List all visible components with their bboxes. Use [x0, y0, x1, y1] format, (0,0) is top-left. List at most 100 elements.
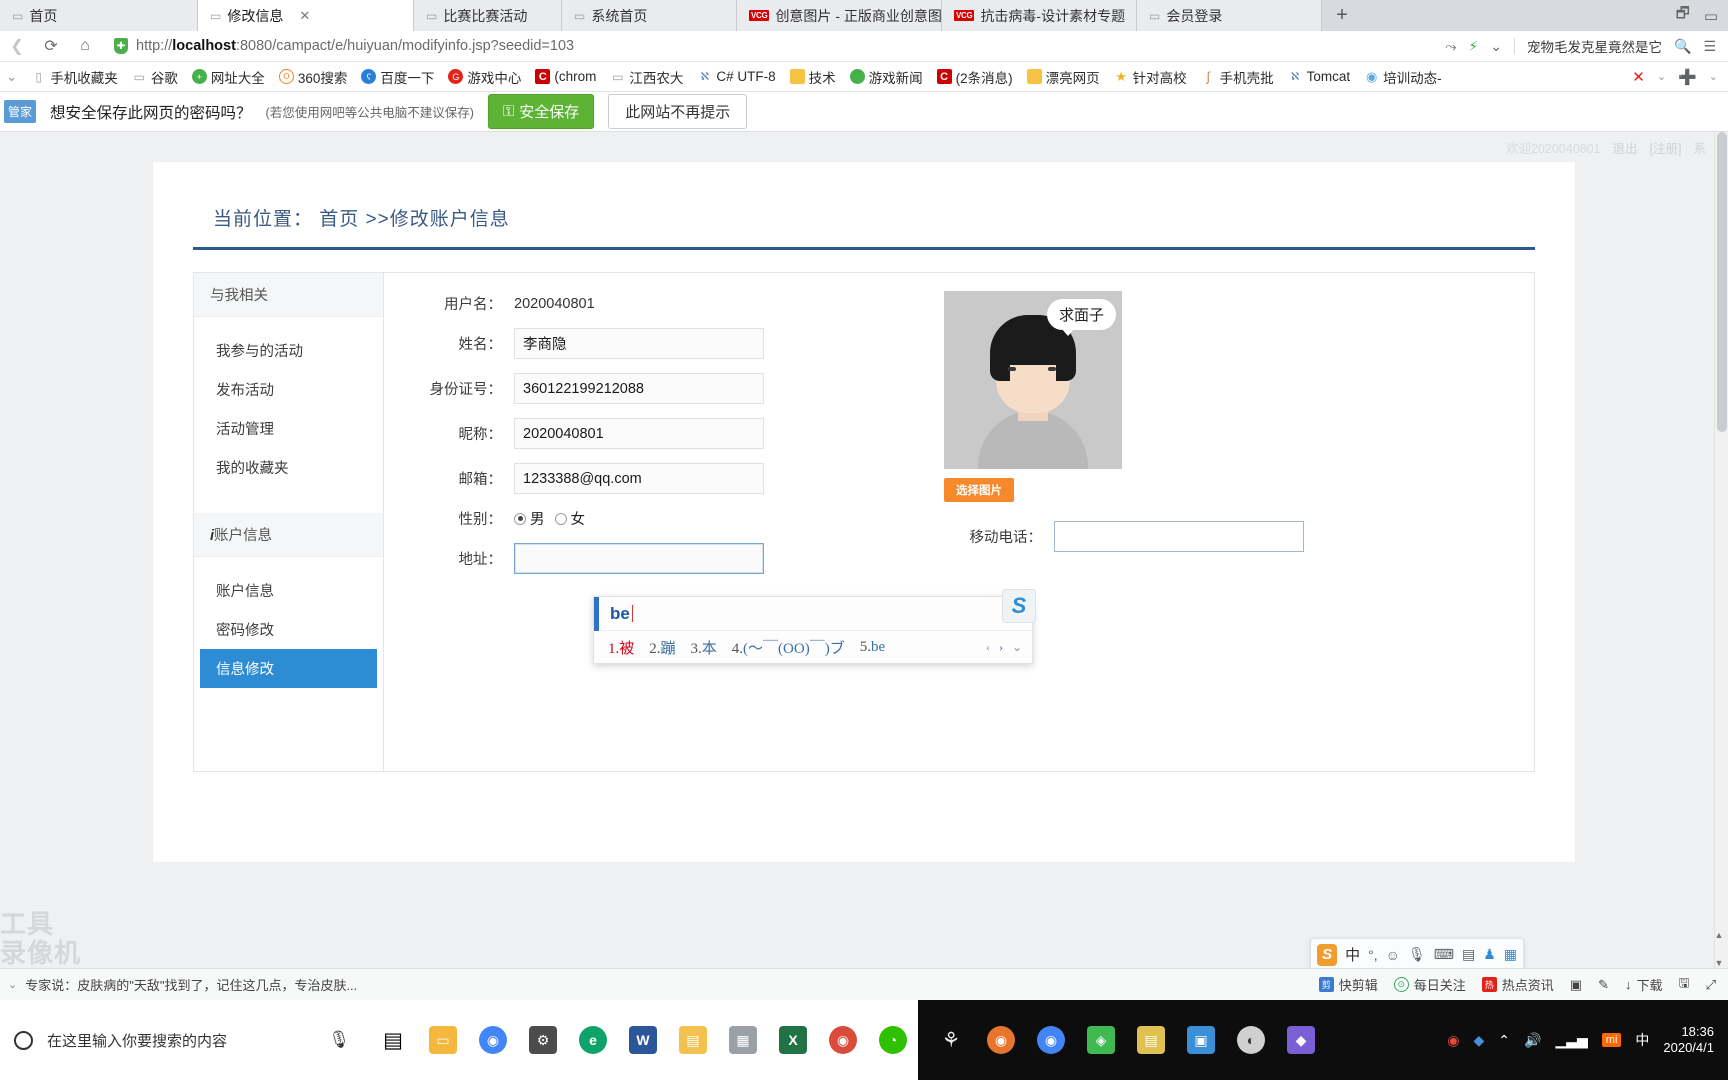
sidebar-item-my-activities[interactable]: 我参与的活动 — [194, 331, 383, 370]
download-button[interactable]: ↓ 下载 — [1625, 975, 1663, 994]
realname-input[interactable] — [514, 328, 764, 359]
maximize-icon[interactable]: ▭ — [1704, 7, 1718, 25]
taskbar-search[interactable]: 在这里输入你要搜索的内容 🎙 — [0, 1000, 368, 1080]
tab-vcg-creative[interactable]: VCG 创意图片 - 正版商业创意图 — [737, 0, 942, 31]
toolbox-icon[interactable]: ▤ — [1462, 946, 1475, 963]
tray-expand-icon[interactable]: ⌃ — [1498, 1032, 1510, 1049]
app-green-icon[interactable]: ◈ — [1076, 1000, 1126, 1080]
bookmark-item[interactable]: ∫ 手机壳批 — [1194, 67, 1281, 87]
address-input[interactable] — [514, 543, 764, 574]
search-icon[interactable]: 🔍 — [1674, 38, 1691, 55]
home-icon[interactable]: ⌂ — [68, 31, 102, 62]
sidebar-item-my-favorites[interactable]: 我的收藏夹 — [194, 448, 383, 487]
quick-edit-button[interactable]: 剪快剪辑 — [1318, 975, 1378, 994]
bookmark-item[interactable]: ◉ 培训动态- — [1357, 67, 1449, 87]
taskbar-clock[interactable]: 18:36 2020/4/1 — [1663, 1024, 1714, 1057]
ime-candidate[interactable]: 4.(～￣(OO)￣)ブ — [732, 637, 845, 658]
bookmark-item[interactable]: C (2条消息) — [930, 67, 1020, 87]
avatar[interactable]: 求面子 — [944, 291, 1122, 469]
nickname-input[interactable] — [514, 418, 764, 449]
bookmark-item[interactable]: ▭ 谷歌 — [125, 67, 185, 87]
ime-mode-indicator[interactable]: 中 — [1635, 1030, 1649, 1050]
sidebar-item-info-modify[interactable]: 信息修改 — [200, 649, 377, 688]
bookmark-item[interactable]: ▭ 江西农大 — [603, 67, 690, 87]
ime-candidate[interactable]: 5.be — [860, 639, 885, 656]
never-save-button[interactable]: 此网站不再提示 — [608, 94, 748, 129]
scrollbar-thumb[interactable] — [1717, 132, 1727, 432]
sidebar-item-publish-activity[interactable]: 发布活动 — [194, 370, 383, 409]
app-orange-icon[interactable]: ◉ — [976, 1000, 1026, 1080]
register-link[interactable]: [注册] — [1650, 138, 1682, 157]
task-view-icon[interactable]: ▤ — [368, 1000, 418, 1080]
bookmark-item[interactable]: ʕ 百度一下 — [354, 67, 441, 87]
excel-icon[interactable]: X — [768, 1000, 818, 1080]
chevron-down-icon[interactable]: ⌄ — [1012, 640, 1022, 655]
tab-modify-info[interactable]: ▭ 修改信息 ✕ — [198, 0, 414, 31]
bookmark-item[interactable]: + 网址大全 — [185, 67, 272, 87]
back-icon[interactable]: ❮ — [0, 31, 34, 62]
restore-icon[interactable]: 🗗 — [1676, 3, 1690, 28]
save-password-button[interactable]: ⚿ 安全保存 — [487, 94, 595, 129]
bookmarks-overflow-icon[interactable]: ⌄ — [0, 69, 24, 85]
volume-icon[interactable]: 🔊 — [1524, 1032, 1541, 1049]
new-tab-button[interactable]: + — [1322, 0, 1362, 31]
edge-icon[interactable]: e — [568, 1000, 618, 1080]
word-icon[interactable]: W — [618, 1000, 668, 1080]
bookmark-item[interactable]: ★ 针对高校 — [1107, 67, 1194, 87]
app-red-icon[interactable]: ◉ — [818, 1000, 868, 1080]
app-browser-icon[interactable]: ◐ — [1226, 1000, 1276, 1080]
tab-vcg-virus[interactable]: VCG 抗击病毒-设计素材专题 — [942, 0, 1137, 31]
chevron-down-icon[interactable]: ⌄ — [0, 978, 25, 991]
app-purple-icon[interactable]: ◆ — [1276, 1000, 1326, 1080]
folder-icon[interactable]: ▤ — [668, 1000, 718, 1080]
gender-radio-male[interactable] — [514, 512, 526, 525]
network-icon[interactable]: ▁▃▅ — [1555, 1032, 1587, 1049]
grid-icon[interactable]: ▦ — [1504, 946, 1517, 963]
tray-red-icon[interactable]: ◉ — [1447, 1032, 1459, 1049]
ime-candidate[interactable]: 3.本 — [691, 637, 717, 658]
sidebar-item-activity-management[interactable]: 活动管理 — [194, 409, 383, 448]
email-input[interactable] — [514, 463, 764, 494]
close-icon[interactable]: ✕ — [1632, 68, 1645, 86]
bookmark-item[interactable]: 游戏新闻 — [843, 67, 930, 87]
mic-icon[interactable]: 🎙 — [1408, 946, 1426, 963]
sidebar-item-password-change[interactable]: 密码修改 — [194, 610, 383, 649]
hot-news-button[interactable]: 热热点资讯 — [1481, 975, 1554, 994]
edit-button[interactable]: ✎ — [1598, 977, 1609, 993]
lightning-icon[interactable]: ⚡ — [1468, 38, 1478, 55]
idcard-input[interactable] — [514, 373, 764, 404]
phone-input[interactable] — [1054, 521, 1304, 552]
scroll-arrows[interactable]: ▲ ▼ — [1712, 930, 1726, 968]
ime-mode-label[interactable]: 中 — [1345, 944, 1360, 965]
tab-system-home[interactable]: ▭ 系统首页 — [562, 0, 737, 31]
page-scrollbar[interactable] — [1714, 132, 1728, 968]
app-blue-icon[interactable]: ▣ — [1176, 1000, 1226, 1080]
microphone-icon[interactable]: 🎙 — [328, 1030, 368, 1050]
scroll-up-icon[interactable]: ▲ — [1715, 930, 1724, 940]
url-bar[interactable]: ✚ http://localhost:8080/campact/e/huiyua… — [102, 38, 1445, 54]
settings-icon[interactable]: ⚙ — [518, 1000, 568, 1080]
ime-candidate[interactable]: 1.被 — [608, 637, 634, 658]
people-icon[interactable]: ⚘ — [926, 1000, 976, 1080]
bookmark-item[interactable]: 技术 — [783, 67, 843, 87]
tray-blue-icon[interactable]: ◆ — [1474, 1032, 1485, 1049]
chevron-down-icon[interactable]: ⌄ — [1490, 38, 1502, 55]
app-folder-icon[interactable]: ▤ — [1126, 1000, 1176, 1080]
expand-button[interactable]: ⤢ — [1706, 977, 1716, 993]
tab-home[interactable]: ▭ 首页 — [0, 0, 198, 31]
file-explorer-icon[interactable]: ▭ — [418, 1000, 468, 1080]
photos-icon[interactable]: ▦ — [718, 1000, 768, 1080]
search-suggestion-text[interactable]: 宠物毛发克星竟然是它 — [1527, 36, 1662, 56]
bookmark-item[interactable]: ℵ Tomcat — [1281, 69, 1358, 84]
logout-link[interactable]: 退出 — [1613, 138, 1638, 157]
chevron-down-icon[interactable]: ⌄ — [1709, 70, 1718, 83]
emoji-icon[interactable]: ☺ — [1386, 947, 1400, 963]
mi-badge[interactable]: mi — [1601, 1033, 1622, 1047]
tab-member-login[interactable]: ▭ 会员登录 — [1137, 0, 1322, 31]
daily-focus-button[interactable]: ⊙ 每日关注 — [1393, 975, 1466, 994]
hat-icon[interactable]: ♟ — [1483, 946, 1496, 963]
save-button[interactable]: 🖫 — [1679, 974, 1690, 996]
bookmark-item[interactable]: O 360搜索 — [272, 67, 355, 87]
choose-image-button[interactable]: 选择图片 — [944, 478, 1014, 502]
keyboard-icon[interactable]: ⌨ — [1434, 946, 1454, 963]
